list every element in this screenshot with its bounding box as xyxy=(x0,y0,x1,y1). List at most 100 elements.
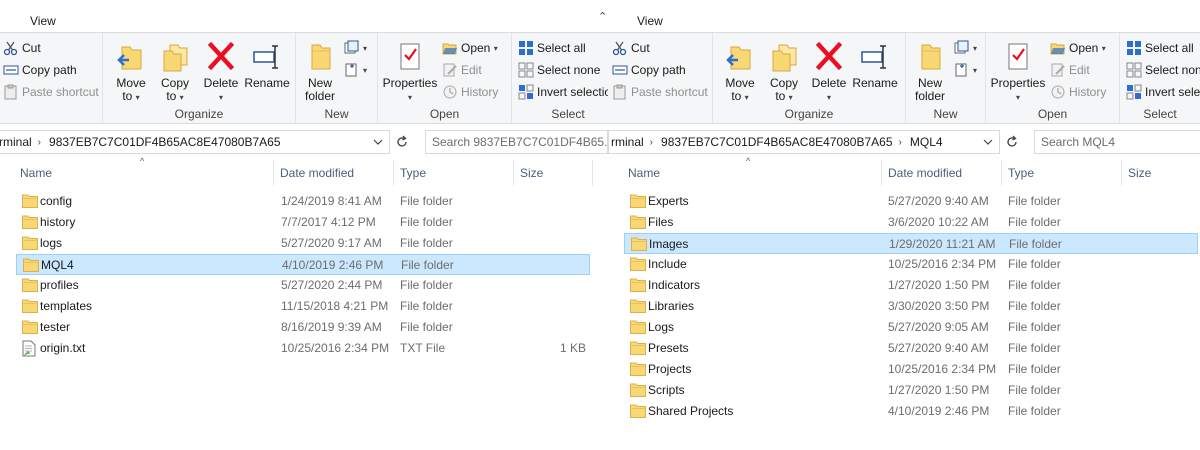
select-all-button[interactable]: Select all xyxy=(518,38,586,58)
properties-button[interactable]: Properties ▾ xyxy=(991,37,1045,103)
table-row[interactable]: origin.txt 10/25/2016 2:34 PM TXT File 1 KB xyxy=(16,338,590,359)
cut-button[interactable]: Cut xyxy=(3,38,41,58)
column-divider[interactable] xyxy=(393,160,394,186)
tab-view[interactable]: View xyxy=(30,14,56,28)
tab-view[interactable]: View xyxy=(637,14,663,28)
folder-icon xyxy=(22,194,38,208)
move-to-button[interactable]: Move to ▾ xyxy=(718,37,762,103)
properties-button[interactable]: Properties ▾ xyxy=(383,37,437,103)
table-row[interactable]: config 1/24/2019 8:41 AM File folder xyxy=(16,191,590,212)
new-item-button[interactable]: ▾ xyxy=(344,38,367,58)
column-divider[interactable] xyxy=(592,160,593,186)
table-row[interactable]: Shared Projects 4/10/2019 2:46 PM File fol… xyxy=(624,401,1198,422)
breadcrumb-separator-icon[interactable]: › xyxy=(38,137,41,148)
new-folder-button[interactable]: New folder xyxy=(298,37,342,103)
invert-selection-button[interactable]: Invert selection xyxy=(518,82,608,102)
table-row[interactable]: tester 8/16/2019 9:39 AM File folder xyxy=(16,317,590,338)
breadcrumb-current[interactable]: MQL4 xyxy=(908,135,943,149)
history-button[interactable]: History xyxy=(1050,82,1106,102)
row-date-modified: 10/25/2016 2:34 PM xyxy=(281,341,390,355)
table-row[interactable]: Libraries 3/30/2020 3:50 PM File folder xyxy=(624,296,1198,317)
column-divider[interactable] xyxy=(1001,160,1002,186)
search-input[interactable]: Search MQL4 xyxy=(1034,130,1200,154)
column-header-type[interactable]: Type xyxy=(1008,160,1034,186)
table-row-selected[interactable]: Images 1/29/2020 11:21 AM File folder xyxy=(624,233,1198,254)
easy-access-button[interactable]: ▾ xyxy=(344,60,367,80)
table-row[interactable]: logs 5/27/2020 9:17 AM File folder xyxy=(16,233,590,254)
column-header-size[interactable]: Size xyxy=(520,160,543,186)
chevron-down-icon[interactable] xyxy=(373,137,383,147)
move-to-button[interactable]: Move to ▾ xyxy=(109,37,153,103)
copy-path-button[interactable]: Copy path xyxy=(612,60,686,80)
chevron-down-icon: ▾ xyxy=(973,43,978,53)
delete-button[interactable]: Delete ▾ xyxy=(199,37,243,103)
column-header-name[interactable]: Name xyxy=(20,160,52,186)
select-none-label: Select none xyxy=(537,63,601,77)
easy-access-button[interactable]: ▾ xyxy=(954,60,977,80)
row-type: File folder xyxy=(400,278,453,292)
search-input[interactable]: Search 9837EB7C7C01DF4B65... xyxy=(425,130,608,154)
table-row[interactable]: Logs 5/27/2020 9:05 AM File folder xyxy=(624,317,1198,338)
table-row[interactable]: history 7/7/2017 4:12 PM File folder xyxy=(16,212,590,233)
table-row[interactable]: Presets 5/27/2020 9:40 AM File folder xyxy=(624,338,1198,359)
breadcrumb-separator-icon[interactable]: › xyxy=(650,137,653,148)
column-header-name[interactable]: Name xyxy=(628,160,660,186)
open-button[interactable]: Open ▾ xyxy=(1050,38,1106,58)
breadcrumb-middle[interactable]: 9837EB7C7C01DF4B65AC8E47080B7A65 xyxy=(659,135,893,149)
chevron-down-icon[interactable] xyxy=(983,137,993,147)
history-button[interactable]: History xyxy=(442,82,498,102)
breadcrumb-parent[interactable]: rminal xyxy=(609,135,644,149)
row-date-modified: 1/27/2020 1:50 PM xyxy=(888,383,990,397)
address-bar[interactable]: rminal › 9837EB7C7C01DF4B65AC8E47080B7A6… xyxy=(608,130,1000,154)
chevron-down-icon: ▾ xyxy=(493,43,498,53)
column-header-type[interactable]: Type xyxy=(400,160,426,186)
cut-button[interactable]: Cut xyxy=(612,38,650,58)
select-none-button[interactable]: Select none xyxy=(518,60,600,80)
new-item-button[interactable]: ▾ xyxy=(954,38,977,58)
row-type: File folder xyxy=(1008,362,1061,376)
table-row[interactable]: Experts 5/27/2020 9:40 AM File folder xyxy=(624,191,1198,212)
edit-button[interactable]: Edit xyxy=(442,60,482,80)
address-bar[interactable]: rminal › 9837EB7C7C01DF4B65AC8E47080B7A6… xyxy=(0,130,390,154)
table-row[interactable]: Indicators 1/27/2020 1:50 PM File folder xyxy=(624,275,1198,296)
table-row[interactable]: profiles 5/27/2020 2:44 PM File folder xyxy=(16,275,590,296)
new-folder-button[interactable]: New folder xyxy=(908,37,952,103)
column-divider[interactable] xyxy=(273,160,274,186)
breadcrumb-separator-icon[interactable]: › xyxy=(899,137,902,148)
copy-to-button[interactable]: Copy to ▾ xyxy=(153,37,197,103)
open-group-label: Open xyxy=(429,107,460,121)
folder-icon xyxy=(22,278,38,292)
open-button[interactable]: Open ▾ xyxy=(442,38,498,58)
row-type: File folder xyxy=(400,194,453,208)
table-row[interactable]: Scripts 1/27/2020 1:50 PM File folder xyxy=(624,380,1198,401)
invert-selection-button[interactable]: Invert selection xyxy=(1126,82,1200,102)
rename-button[interactable]: Rename xyxy=(852,37,898,103)
edit-button[interactable]: Edit xyxy=(1050,60,1090,80)
table-row[interactable]: Files 3/6/2020 10:22 AM File folder xyxy=(624,212,1198,233)
refresh-button[interactable] xyxy=(390,130,414,154)
column-header-size[interactable]: Size xyxy=(1128,160,1151,186)
left-explorer-window: View Cut Copy path Paste shortcut Move to… xyxy=(0,0,608,450)
delete-button[interactable]: Delete ▾ xyxy=(807,37,851,103)
refresh-button[interactable] xyxy=(1000,130,1024,154)
new-folder-label-2: folder xyxy=(914,89,946,103)
column-header-date-modified[interactable]: Date modified xyxy=(888,160,962,186)
table-row-selected[interactable]: MQL4 4/10/2019 2:46 PM File folder xyxy=(16,254,590,275)
select-all-button[interactable]: Select all xyxy=(1126,38,1194,58)
ribbon-collapse-caret-icon[interactable]: ⌃ xyxy=(598,10,607,23)
breadcrumb-parent[interactable]: rminal xyxy=(0,135,32,149)
column-divider[interactable] xyxy=(1121,160,1122,186)
copy-to-button[interactable]: Copy to ▾ xyxy=(762,37,806,103)
paste-shortcut-button[interactable]: Paste shortcut xyxy=(3,82,99,102)
table-row[interactable]: templates 11/15/2018 4:21 PM File folder xyxy=(16,296,590,317)
rename-button[interactable]: Rename xyxy=(244,37,290,103)
table-row[interactable]: Projects 10/25/2016 2:34 PM File folder xyxy=(624,359,1198,380)
column-divider[interactable] xyxy=(881,160,882,186)
column-divider[interactable] xyxy=(513,160,514,186)
table-row[interactable]: Include 10/25/2016 2:34 PM File folder xyxy=(624,254,1198,275)
copy-path-button[interactable]: Copy path xyxy=(3,60,77,80)
column-header-date-modified[interactable]: Date modified xyxy=(280,160,354,186)
paste-shortcut-button[interactable]: Paste shortcut xyxy=(612,82,708,102)
select-none-button[interactable]: Select none xyxy=(1126,60,1200,80)
breadcrumb-current[interactable]: 9837EB7C7C01DF4B65AC8E47080B7A65 xyxy=(47,135,281,149)
